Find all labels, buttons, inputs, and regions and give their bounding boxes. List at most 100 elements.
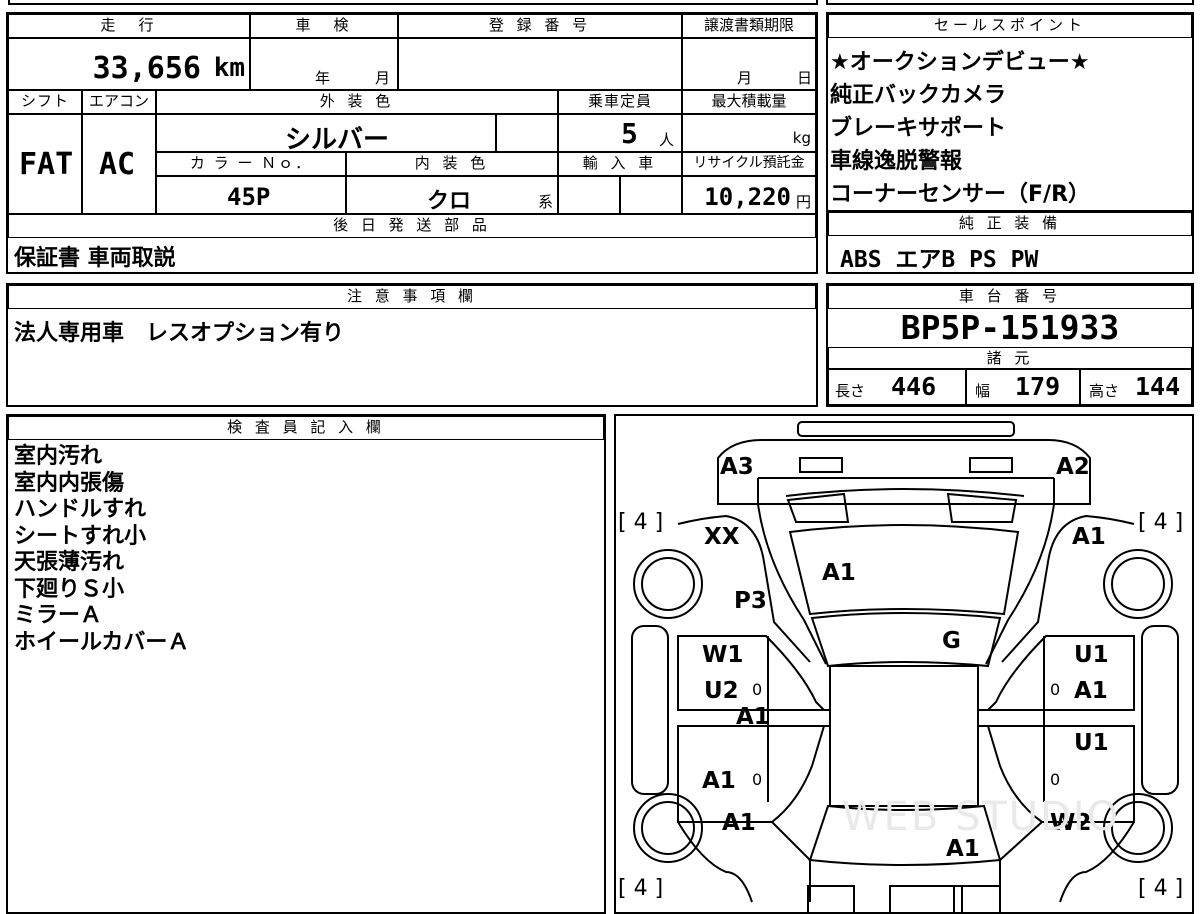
chassis-value: BP5P-151933 — [900, 308, 1120, 347]
inspector-line: シートすれ小 — [14, 523, 147, 549]
zero-mark: 0 — [1050, 680, 1061, 699]
mileage-cell: 33,656 km — [8, 38, 250, 90]
inspector-line: 室内内張傷 — [14, 470, 125, 496]
damage-label: U2 — [704, 678, 739, 704]
tire-mark-top-left: [ 4 ] — [618, 510, 664, 535]
shift-value: FAT — [19, 147, 74, 182]
damage-label: XX — [704, 524, 740, 550]
capacity-unit: 人 — [659, 131, 675, 149]
sales-points-box: セールスポイント ★オークションデビュー★ 純正バックカメラ ブレーキサポート … — [826, 12, 1194, 212]
shift-header: シフト — [8, 90, 82, 114]
color-no-cell: 45P — [156, 176, 346, 214]
damage-label: G — [942, 628, 961, 654]
registration-cell — [398, 38, 682, 90]
transfer-deadline-header: 譲渡書類期限 — [682, 14, 816, 38]
later-parts-value: 保証書 車両取説 — [14, 246, 176, 271]
recycle-value: 10,220 — [704, 183, 791, 211]
chassis-box: 車 台 番 号 BP5P-151933 諸 元 長さ 446 幅 179 高さ … — [826, 283, 1194, 407]
transfer-deadline-cell: 月 日 — [682, 38, 816, 90]
zero-mark: 0 — [1050, 770, 1061, 789]
shift-cell: FAT — [8, 114, 82, 214]
damage-label: W1 — [702, 642, 744, 668]
notes-box: 注 意 事 項 欄 法人専用車 レスオプション有り — [6, 283, 818, 407]
spec-height-label: 高さ — [1089, 382, 1120, 400]
color-no-header: カ ラ ー Ｎｏ． — [156, 152, 346, 176]
damage-label: A2 — [1056, 454, 1090, 480]
damage-label: A1 — [1074, 678, 1108, 704]
notes-header: 注 意 事 項 欄 — [8, 285, 816, 309]
inspector-header: 検 査 員 記 入 欄 — [8, 416, 604, 440]
inspector-line: 下廻りＳ小 — [14, 576, 125, 602]
shaken-month-unit: 月 — [375, 69, 391, 87]
import-cell-b — [620, 176, 682, 214]
damage-label: A1 — [1072, 524, 1106, 550]
recycle-cell: 10,220 円 — [682, 176, 816, 214]
damage-label: A1 — [702, 768, 736, 794]
mileage-header: 走 行 — [8, 14, 250, 38]
top-strip — [0, 0, 1200, 7]
damage-label: A1 — [822, 560, 856, 586]
inspector-box: 検 査 員 記 入 欄 室内汚れ 室内内張傷 ハンドルすれ シートすれ小 天張薄… — [6, 414, 606, 914]
inspector-list: 室内汚れ 室内内張傷 ハンドルすれ シートすれ小 天張薄汚れ 下廻りＳ小 ミラー… — [14, 444, 189, 656]
inspector-line: ミラーＡ — [14, 603, 103, 628]
interior-color-value: クロ — [427, 189, 472, 214]
inspector-line: ホイールカバーＡ — [14, 629, 190, 655]
chassis-header: 車 台 番 号 — [828, 285, 1192, 309]
tire-mark-bottom-right: [ 4 ] — [1138, 876, 1184, 901]
spec-length-value: 446 — [891, 372, 937, 401]
mileage-value: 33,656 — [92, 51, 201, 86]
equipment-header: 純 正 装 備 — [828, 212, 1192, 236]
inspector-line: 天張薄汚れ — [14, 550, 125, 575]
sales-point-item: 純正バックカメラ — [830, 83, 1007, 108]
sales-point-item: ブレーキサポート — [830, 116, 1007, 141]
spec-width-label: 幅 — [975, 382, 991, 400]
equipment-value: ABS エアB PS PW — [840, 247, 1039, 273]
interior-color-cell: クロ 系 — [346, 176, 558, 214]
spec-width-cell: 幅 179 — [966, 369, 1080, 405]
exterior-color-header: 外 装 色 — [156, 90, 558, 114]
damage-label: P3 — [734, 588, 767, 614]
sales-point-item: コーナーセンサー（F/R） — [830, 182, 1091, 207]
capacity-value: 5 — [621, 117, 638, 150]
spec-height-cell: 高さ 144 — [1080, 369, 1192, 405]
zero-mark: 0 — [752, 680, 763, 699]
max-load-cell: kg — [682, 114, 816, 152]
mileage-unit: km — [213, 53, 245, 83]
car-diagram: [ 4 ] [ 4 ] [ 4 ] [ 4 ] A3 A2 XX A1 A1 P… — [614, 414, 1194, 914]
interior-color-header: 内 装 色 — [346, 152, 558, 176]
max-load-header: 最大積載量 — [682, 90, 816, 114]
damage-label: U1 — [1074, 730, 1109, 756]
aircon-cell: AC — [82, 114, 156, 214]
shaken-header: 車 検 — [250, 14, 398, 38]
sales-point-item: 車線逸脱警報 — [830, 149, 963, 174]
spec-length-label: 長さ — [835, 382, 866, 400]
exterior-color-value: シルバー — [285, 125, 390, 155]
max-load-unit: kg — [792, 129, 811, 147]
inspector-line: 室内汚れ — [14, 444, 103, 469]
shaken-cell: 年 月 — [250, 38, 398, 90]
recycle-unit: 円 — [795, 193, 811, 211]
sales-points-list: ★オークションデビュー★ 純正バックカメラ ブレーキサポート 車線逸脱警報 コー… — [830, 46, 1090, 211]
damage-label: A1 — [736, 704, 770, 730]
zero-mark: 0 — [752, 770, 763, 789]
recycle-header: リサイクル預託金 — [682, 152, 816, 176]
sales-points-header: セールスポイント — [828, 14, 1192, 38]
damage-label: A1 — [722, 810, 756, 836]
tire-mark-top-right: [ 4 ] — [1138, 510, 1184, 535]
exterior-color-cell: シルバー — [156, 114, 496, 155]
damage-label: A3 — [720, 454, 754, 480]
damage-label: U1 — [1074, 642, 1109, 668]
spec-height-value: 144 — [1135, 372, 1181, 401]
spec-width-value: 179 — [1015, 372, 1061, 401]
aircon-header: エアコン — [82, 90, 156, 114]
notes-value: 法人専用車 レスオプション有り — [14, 321, 345, 346]
import-header: 輸 入 車 — [558, 152, 682, 176]
color-no-value: 45P — [227, 183, 271, 211]
transfer-day-unit: 日 — [797, 69, 813, 87]
registration-header: 登 録 番 号 — [398, 14, 682, 38]
exterior-color-sub-cell — [496, 114, 558, 152]
import-cell-a — [558, 176, 620, 214]
aircon-value: AC — [99, 147, 136, 182]
inspector-line: ハンドルすれ — [14, 497, 147, 522]
watermark: WEB STUDIO — [842, 794, 1121, 840]
